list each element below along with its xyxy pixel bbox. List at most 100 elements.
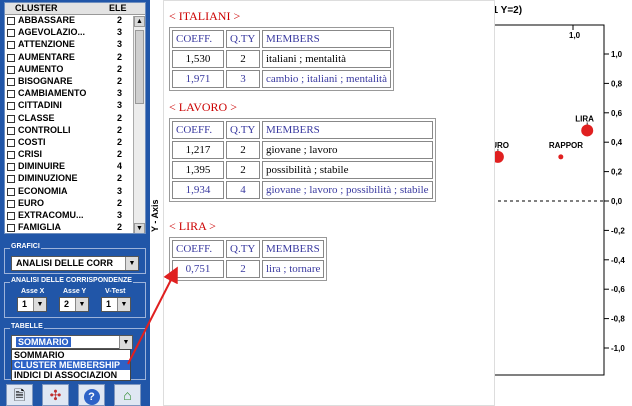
scroll-down-icon[interactable]: ▼ — [134, 223, 145, 233]
cluster-checkbox[interactable] — [7, 53, 15, 62]
cluster-name: EURO — [18, 197, 45, 208]
cluster-row[interactable]: AUMENTARE 2 — [5, 52, 145, 64]
cluster-list-header: CLUSTER ELE — [5, 3, 145, 15]
cluster-checkbox[interactable] — [7, 175, 15, 184]
help-icon: ? — [83, 389, 100, 405]
cluster-name: ABBASSARE — [18, 15, 76, 25]
tabelle-dropdown[interactable]: SOMMARIO CLUSTER MEMBERSHIP INDICI DI AS… — [11, 349, 131, 381]
cluster-row[interactable]: CAMBIAMENTO 3 — [5, 88, 145, 100]
cluster-title: < LIRA > — [169, 219, 216, 233]
table-header-row: COEFF. Q.TY MEMBERS — [172, 121, 433, 139]
table-row: 1,971 3 cambio ; italiani ; mentalità — [172, 70, 391, 88]
cluster-checkbox[interactable] — [7, 41, 15, 50]
cluster-list-scrollbar[interactable]: ▲ ▼ — [133, 16, 145, 233]
grafici-label: GRAFICI — [10, 243, 41, 250]
cluster-row[interactable]: EURO 2 — [5, 198, 145, 210]
cluster-list[interactable]: CLUSTER ELE ABBASSARE 2 AGEVOLAZIO... 3 ATTE… — [4, 2, 146, 234]
network-button[interactable]: ✣ — [42, 384, 69, 406]
y-tick-label: -0,2 — [611, 226, 625, 235]
membership-table: COEFF. Q.TY MEMBERS 1,530 2 italiani ; mental… — [169, 27, 394, 91]
chevron-down-icon[interactable]: ▼ — [117, 298, 130, 311]
members-header: MEMBERS — [262, 240, 325, 258]
chevron-down-icon[interactable]: ▼ — [119, 336, 132, 349]
cluster-ele-count: 2 — [117, 173, 123, 184]
cluster-row[interactable]: BISOGNARE 2 — [5, 76, 145, 88]
home-icon: ⌂ — [123, 387, 132, 403]
cluster-checkbox[interactable] — [7, 29, 15, 38]
y-tick-label: 0,2 — [611, 168, 623, 177]
cluster-row[interactable]: CITTADINI 3 — [5, 100, 145, 112]
y-tick-label: -0,6 — [611, 285, 625, 294]
home-button[interactable]: ⌂ — [114, 384, 141, 406]
asse-x-value: 1 — [22, 299, 28, 309]
cluster-checkbox[interactable] — [7, 114, 15, 123]
asse-x-select[interactable]: 1 ▼ — [17, 297, 47, 312]
asse-y-value: 2 — [64, 299, 70, 309]
document-button[interactable]: 🗎 — [6, 384, 33, 406]
cluster-checkbox[interactable] — [7, 90, 15, 99]
cluster-row[interactable]: CONTROLLI 2 — [5, 125, 145, 137]
chevron-down-icon[interactable]: ▼ — [75, 298, 88, 311]
coeff-cell: 1,934 — [172, 181, 224, 199]
chevron-down-icon[interactable]: ▼ — [33, 298, 46, 311]
cluster-ele-count: 2 — [117, 197, 123, 208]
cluster-row[interactable]: ATTENZIONE 3 — [5, 39, 145, 51]
cluster-checkbox[interactable] — [7, 17, 15, 25]
cluster-checkbox[interactable] — [7, 65, 15, 74]
cluster-checkbox[interactable] — [7, 187, 15, 196]
cluster-ele-count: 3 — [117, 88, 123, 99]
cluster-column-header[interactable]: CLUSTER — [15, 3, 58, 13]
y-tick-label: 1,0 — [611, 50, 623, 59]
y-tick-label: -1,0 — [611, 344, 625, 353]
cluster-ele-count: 2 — [117, 63, 123, 74]
cluster-ele-count: 3 — [117, 210, 123, 220]
scroll-thumb[interactable] — [135, 30, 144, 104]
cluster-ele-count: 2 — [117, 75, 123, 86]
cluster-row[interactable]: ECONOMIA 3 — [5, 186, 145, 198]
cluster-name: CAMBIAMENTO — [18, 88, 87, 99]
members-cell: giovane ; lavoro — [262, 141, 433, 159]
cluster-row[interactable]: COSTI 2 — [5, 137, 145, 149]
cluster-row[interactable]: EXTRACOMU... 3 — [5, 210, 145, 222]
data-point — [558, 154, 564, 160]
cluster-checkbox[interactable] — [7, 151, 15, 160]
cluster-checkbox[interactable] — [7, 102, 15, 111]
cluster-checkbox[interactable] — [7, 199, 15, 208]
cluster-checkbox[interactable] — [7, 224, 15, 233]
cluster-row[interactable]: AUMENTO 2 — [5, 64, 145, 76]
cluster-row[interactable]: DIMINUZIONE 2 — [5, 173, 145, 185]
dropdown-option-sommario[interactable]: SOMMARIO — [12, 350, 130, 360]
cluster-ele-count: 2 — [117, 112, 123, 123]
cluster-name: FAMIGLIA — [18, 222, 61, 233]
chevron-down-icon[interactable]: ▼ — [125, 257, 138, 270]
table-row: 1,217 2 giovane ; lavoro — [172, 141, 433, 159]
cluster-row[interactable]: ABBASSARE 2 — [5, 15, 145, 27]
qty-cell: 3 — [226, 70, 260, 88]
point-label: RAPPOR — [549, 141, 583, 150]
cluster-ele-count: 3 — [117, 39, 123, 50]
dropdown-option-indici-di-associazione[interactable]: INDICI DI ASSOCIAZION — [12, 370, 130, 380]
cluster-checkbox[interactable] — [7, 138, 15, 147]
scroll-up-icon[interactable]: ▲ — [134, 16, 145, 27]
data-point — [581, 124, 594, 137]
cluster-row[interactable]: AGEVOLAZIO... 3 — [5, 27, 145, 39]
cluster-title: < LAVORO > — [169, 100, 237, 114]
y-axis-label: Y - Axis — [150, 199, 160, 232]
tabelle-select[interactable]: SOMMARIO ▼ — [11, 335, 133, 349]
asse-y-select[interactable]: 2 ▼ — [59, 297, 89, 312]
cluster-checkbox[interactable] — [7, 212, 15, 220]
dropdown-option-cluster-membership[interactable]: CLUSTER MEMBERSHIP — [12, 360, 130, 370]
cluster-row[interactable]: CRISI 2 — [5, 149, 145, 161]
help-button[interactable]: ? — [78, 384, 105, 406]
cluster-checkbox[interactable] — [7, 77, 15, 86]
cluster-row[interactable]: FAMIGLIA 2 — [5, 222, 145, 233]
cluster-row[interactable]: CLASSE 2 — [5, 113, 145, 125]
grafici-select[interactable]: ANALISI DELLE CORR ▼ — [11, 256, 139, 271]
cluster-checkbox[interactable] — [7, 126, 15, 135]
v-test-value: 1 — [106, 299, 112, 309]
members-header: MEMBERS — [262, 30, 391, 48]
cluster-row[interactable]: DIMINUIRE 4 — [5, 161, 145, 173]
cluster-checkbox[interactable] — [7, 163, 15, 172]
v-test-select[interactable]: 1 ▼ — [101, 297, 131, 312]
ele-column-header[interactable]: ELE — [109, 3, 127, 13]
